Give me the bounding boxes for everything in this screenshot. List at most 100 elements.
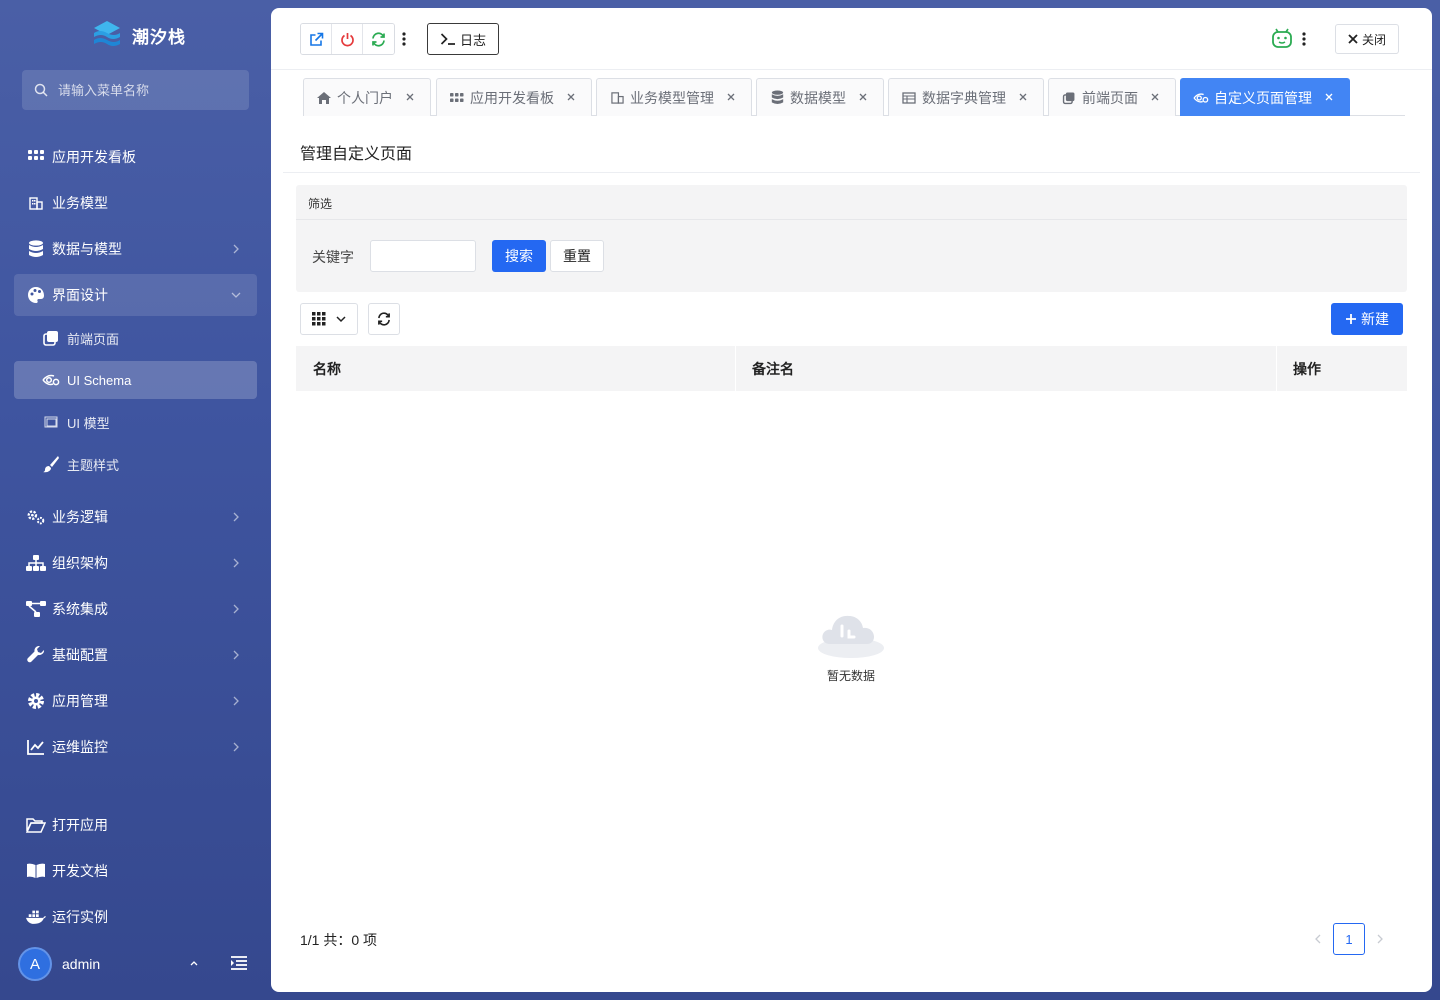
divider xyxy=(283,172,1420,173)
window-action-group xyxy=(300,23,395,55)
menu-search-input[interactable] xyxy=(58,82,238,98)
tab-close-icon[interactable] xyxy=(1323,91,1335,103)
more-vertical-icon xyxy=(1302,32,1306,46)
column-header-name: 名称 xyxy=(313,360,341,377)
tide-logo-icon xyxy=(94,21,120,46)
table-header: 名称 备注名 操作 xyxy=(296,346,1407,391)
next-page-button[interactable] xyxy=(1373,932,1387,946)
sidebar-item-app-dashboard[interactable]: 应用开发看板 xyxy=(14,136,257,178)
sidebar: 潮汐栈 应用开发看板 业务模型 数据与模型 xyxy=(0,0,270,1000)
username: admin xyxy=(62,956,101,972)
sidebar-item-run-instances[interactable]: 运行实例 xyxy=(14,896,257,938)
tab-personal-portal[interactable]: 个人门户 xyxy=(303,78,431,116)
sidebar-item-business-model[interactable]: 业务模型 xyxy=(14,182,257,224)
reset-button[interactable]: 重置 xyxy=(550,240,604,272)
chevron-right-icon xyxy=(233,512,239,522)
app-logo[interactable]: 潮汐栈 xyxy=(92,18,186,52)
sidebar-item-app-management[interactable]: 应用管理 xyxy=(14,680,257,722)
book-icon xyxy=(26,861,46,881)
grid-icon xyxy=(449,90,465,106)
sidebar-subitem-label: UI 模型 xyxy=(67,415,110,431)
sidebar-subitem-ui-model[interactable]: UI 模型 xyxy=(14,403,257,441)
brush-icon xyxy=(42,455,60,473)
column-header-actions: 操作 xyxy=(1293,360,1321,377)
chevron-right-icon xyxy=(1377,934,1383,944)
tab-label: 个人门户 xyxy=(337,89,393,106)
sidebar-subitem-frontend-pages[interactable]: 前端页面 xyxy=(14,319,257,357)
refresh-button[interactable] xyxy=(368,303,400,335)
sitemap-icon xyxy=(26,553,46,573)
log-button[interactable]: 日志 xyxy=(427,23,499,55)
tab-close-icon[interactable] xyxy=(404,91,416,103)
tab-data-dictionary-management[interactable]: 数据字典管理 xyxy=(888,78,1044,116)
sidebar-item-label: 应用管理 xyxy=(52,693,108,709)
grid-icon xyxy=(26,147,46,167)
tab-frontend-pages[interactable]: 前端页面 xyxy=(1048,78,1176,116)
sync-icon xyxy=(378,312,390,326)
more-vertical-icon xyxy=(402,32,406,46)
android-assistant-icon[interactable] xyxy=(1271,27,1293,49)
more-actions-button[interactable] xyxy=(397,24,411,54)
new-button[interactable]: 新建 xyxy=(1331,303,1403,335)
top-toolbar: 日志 关闭 xyxy=(271,8,1432,70)
building-icon xyxy=(26,193,46,213)
column-toggle-button[interactable] xyxy=(300,303,358,335)
sidebar-item-basic-config[interactable]: 基础配置 xyxy=(14,634,257,676)
chart-line-icon xyxy=(26,737,46,757)
tab-label: 前端页面 xyxy=(1082,89,1138,106)
sidebar-subitem-label: 前端页面 xyxy=(67,331,120,347)
close-button[interactable]: 关闭 xyxy=(1335,24,1399,54)
power-button[interactable] xyxy=(332,24,363,54)
sidebar-subitem-ui-schema[interactable]: UI Schema xyxy=(14,361,257,399)
open-external-button[interactable] xyxy=(301,24,332,54)
tab-close-icon[interactable] xyxy=(725,91,737,103)
menu-search[interactable] xyxy=(22,70,249,110)
sidebar-item-ui-design[interactable]: 界面设计 xyxy=(14,274,257,316)
sidebar-item-org-structure[interactable]: 组织架构 xyxy=(14,542,257,584)
avatar[interactable]: A xyxy=(18,947,52,981)
sidebar-item-label: 运维监控 xyxy=(52,739,108,755)
tab-close-icon[interactable] xyxy=(565,91,577,103)
user-profile[interactable]: A admin xyxy=(18,946,258,982)
sidebar-item-label: 界面设计 xyxy=(52,287,108,303)
search-button[interactable]: 搜索 xyxy=(492,240,546,272)
keyword-input[interactable] xyxy=(370,240,476,272)
filter-panel: 筛选 关键字 搜索 重置 xyxy=(296,185,1407,292)
sidebar-item-data-model[interactable]: 数据与模型 xyxy=(14,228,257,270)
empty-state: 暂无数据 xyxy=(811,606,891,684)
sidebar-item-label: 系统集成 xyxy=(52,601,108,617)
chevron-right-icon xyxy=(233,604,239,614)
tab-custom-page-management[interactable]: 自定义页面管理 xyxy=(1180,78,1350,116)
eye-gear-icon xyxy=(1193,90,1209,106)
sidebar-subitem-theme-style[interactable]: 主题样式 xyxy=(14,445,257,483)
sidebar-item-ops-monitoring[interactable]: 运维监控 xyxy=(14,726,257,768)
cogs-icon xyxy=(26,507,46,527)
tab-business-model-management[interactable]: 业务模型管理 xyxy=(596,78,752,116)
chevron-right-icon xyxy=(233,650,239,660)
power-icon xyxy=(340,32,354,46)
tab-close-icon[interactable] xyxy=(1017,91,1029,103)
page-tabs: 个人门户 应用开发看板 业务模型管理 数据模型 数据字典管理 前端页面 自定义页… xyxy=(303,78,1405,116)
sidebar-item-label: 运行实例 xyxy=(52,909,108,925)
tab-label: 数据字典管理 xyxy=(922,89,1006,106)
pagination: 1 xyxy=(1311,923,1387,955)
page-number[interactable]: 1 xyxy=(1333,923,1365,955)
sidebar-collapse-icon[interactable] xyxy=(230,955,248,971)
tab-close-icon[interactable] xyxy=(1149,91,1161,103)
sidebar-item-system-integration[interactable]: 系统集成 xyxy=(14,588,257,630)
sidebar-item-business-logic[interactable]: 业务逻辑 xyxy=(14,496,257,538)
tab-app-dashboard[interactable]: 应用开发看板 xyxy=(436,78,592,116)
wrench-icon xyxy=(26,645,46,665)
tab-data-model[interactable]: 数据模型 xyxy=(756,78,884,116)
window-icon xyxy=(42,413,60,431)
prev-page-button[interactable] xyxy=(1311,932,1325,946)
empty-text: 暂无数据 xyxy=(826,669,875,683)
sidebar-item-open-app[interactable]: 打开应用 xyxy=(14,804,257,846)
reload-button[interactable] xyxy=(363,24,394,54)
tab-close-icon[interactable] xyxy=(857,91,869,103)
main-panel: 日志 关闭 个人门户 应用开发看板 业务模型管理 数据模型 数据字典管理 前端页… xyxy=(271,8,1432,992)
sidebar-item-dev-docs[interactable]: 开发文档 xyxy=(14,850,257,892)
docker-icon xyxy=(26,907,46,927)
chevron-up-icon[interactable] xyxy=(188,957,200,969)
assistant-more-button[interactable] xyxy=(1297,24,1311,54)
